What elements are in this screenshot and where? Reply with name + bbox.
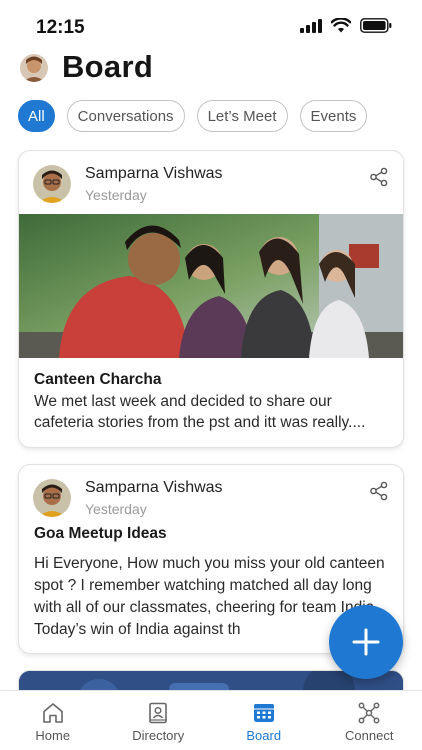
wifi-icon <box>331 18 351 33</box>
status-bar: 12:15 <box>0 0 422 52</box>
post-author: Samparna Vishwas <box>85 165 223 182</box>
tab-label: Board <box>246 728 282 743</box>
board-icon <box>253 704 274 722</box>
home-icon <box>42 703 63 723</box>
post-title: Canteen Charcha <box>34 371 162 388</box>
status-time: 12:15 <box>36 17 85 38</box>
filter-chips: All Conversations Let’s Meet Events <box>18 100 368 132</box>
filter-chip-all[interactable]: All <box>18 100 55 132</box>
tab-home[interactable]: Home <box>0 691 106 750</box>
post-card[interactable]: Samparna Vishwas Yesterday Canteen Charc… <box>18 150 404 448</box>
create-post-button[interactable] <box>329 605 403 679</box>
share-icon[interactable] <box>369 481 389 501</box>
author-avatar[interactable] <box>33 165 71 203</box>
page-title: Board <box>62 49 154 84</box>
filter-chip-lets-meet[interactable]: Let’s Meet <box>196 100 288 132</box>
post-timestamp: Yesterday <box>85 187 147 203</box>
plus-icon <box>352 628 380 656</box>
battery-icon <box>360 18 392 33</box>
connect-icon <box>358 702 380 724</box>
profile-avatar[interactable] <box>20 54 48 82</box>
post-image[interactable] <box>19 214 403 358</box>
filter-chip-conversations[interactable]: Conversations <box>66 100 185 132</box>
signal-icon <box>300 18 322 33</box>
author-avatar[interactable] <box>33 479 71 517</box>
page-header: Board <box>0 48 422 88</box>
post-header: Samparna Vishwas Yesterday <box>19 465 403 525</box>
tab-label: Directory <box>132 728 185 743</box>
share-icon[interactable] <box>369 167 389 187</box>
post-title: Goa Meetup Ideas <box>34 525 167 542</box>
post-header: Samparna Vishwas Yesterday <box>19 151 403 211</box>
post-timestamp: Yesterday <box>85 501 147 517</box>
tab-label: Home <box>35 728 71 743</box>
tab-connect[interactable]: Connect <box>317 691 422 750</box>
tab-board[interactable]: Board <box>211 691 317 750</box>
directory-icon <box>149 702 168 724</box>
post-excerpt: We met last week and decided to share ou… <box>34 393 366 431</box>
post-author: Samparna Vishwas <box>85 479 223 496</box>
tab-directory[interactable]: Directory <box>106 691 212 750</box>
bottom-tab-bar: Home Directory Board Connect <box>0 690 422 750</box>
tab-label: Connect <box>345 728 394 743</box>
filter-chip-events[interactable]: Events <box>299 100 368 132</box>
